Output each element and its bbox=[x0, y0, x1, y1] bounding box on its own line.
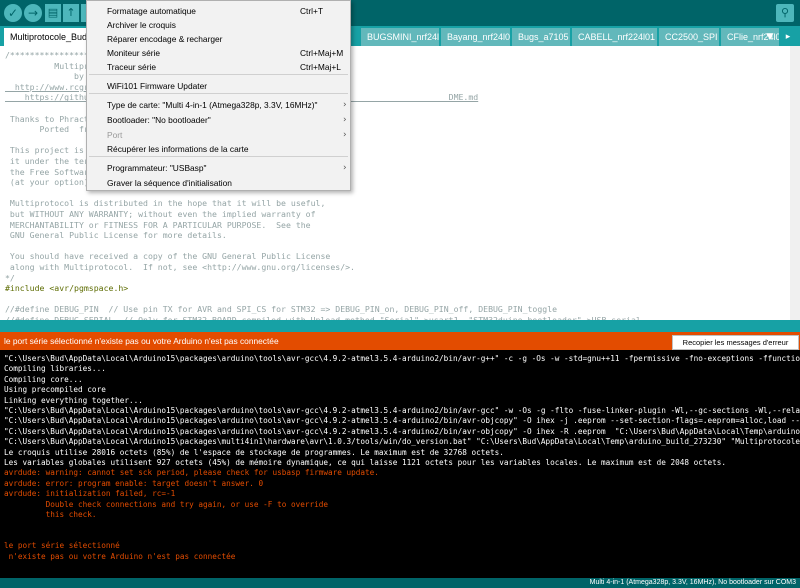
menu-item-label: Formatage automatique bbox=[107, 6, 196, 16]
menu-item: Port › bbox=[87, 128, 350, 142]
menu-item-label: WiFi101 Firmware Updater bbox=[107, 81, 208, 91]
tab-bugsmini[interactable]: BUGSMINI_nrf24l01 bbox=[361, 28, 439, 46]
code-line: Multipro bbox=[5, 60, 94, 71]
console-line: Le croquis utilise 28016 octets (85%) de… bbox=[4, 447, 504, 457]
code-line: Multiprotocol is distributed in the hope… bbox=[5, 198, 326, 209]
console-line: "C:\Users\Bud\AppData\Local\Arduino15\pa… bbox=[4, 426, 800, 436]
menu-item[interactable]: Récupérer les informations de la carte bbox=[87, 142, 350, 156]
code-line: */ bbox=[5, 272, 15, 283]
menu-item-label: Bootloader: "No bootloader" bbox=[107, 115, 211, 125]
menu-item[interactable]: Traceur série Ctrl+Maj+L bbox=[87, 60, 350, 74]
console-line: le port série sélectionné bbox=[4, 541, 120, 551]
serial-monitor-icon[interactable]: ⚲ bbox=[776, 4, 794, 22]
new-file-icon[interactable]: ▤ bbox=[45, 4, 61, 22]
editor-console-divider[interactable] bbox=[0, 320, 800, 332]
tab-multiprotocole[interactable]: Multiprotocole_Bud_2 bbox=[4, 28, 86, 46]
menu-item[interactable]: Graver la séquence d'initialisation bbox=[87, 176, 350, 190]
tab-cabell[interactable]: CABELL_nrf224l01 bbox=[572, 28, 657, 46]
menu-item[interactable]: Formatage automatique Ctrl+T bbox=[87, 4, 350, 18]
console-line: "C:\Users\Bud\AppData\Local\Arduino15\pa… bbox=[4, 437, 800, 447]
console-line: avrdude: initialization failed, rc=-1 bbox=[4, 489, 176, 499]
menu-separator bbox=[89, 93, 348, 94]
menu-item-label: Graver la séquence d'initialisation bbox=[107, 178, 232, 188]
tools-menu: Formatage automatique Ctrl+T Archiver le c… bbox=[86, 0, 351, 191]
tab-bayang[interactable]: Bayang_nrf24l01 bbox=[441, 28, 510, 46]
menu-item-label: Programmateur: "USBasp" bbox=[107, 163, 207, 173]
submenu-arrow-icon: › bbox=[343, 163, 347, 173]
menu-item-shortcut: Ctrl+T bbox=[300, 6, 324, 16]
code-line: the Free Software bbox=[5, 166, 94, 177]
board-info: Multi 4-in-1 (Atmega328p, 3.3V, 16MHz), … bbox=[589, 579, 796, 586]
code-line: //#define DEBUG_PIN // Use pin TX for AV… bbox=[5, 304, 558, 315]
menu-item-label: Réparer encodage & recharger bbox=[107, 34, 223, 44]
chevron-down-icon[interactable]: ▼ bbox=[762, 28, 778, 46]
code-line: it under the term bbox=[5, 156, 94, 166]
code-line: You should have received a copy of the G… bbox=[5, 251, 331, 262]
menu-item-label: Récupérer les informations de la carte bbox=[107, 144, 249, 154]
console-line: Compiling libraries... bbox=[4, 364, 106, 374]
arrow-right-icon[interactable]: → bbox=[24, 4, 42, 22]
menu-item-shortcut: Ctrl+Maj+M bbox=[300, 48, 344, 58]
checkmark-icon[interactable]: ✓ bbox=[4, 4, 22, 22]
code-line: along with Multiprotocol. If not, see <h… bbox=[5, 262, 355, 272]
console-line: Linking everything together... bbox=[4, 395, 143, 405]
console-line: avrdude: error: program enable: target d… bbox=[4, 478, 264, 488]
console-line: "C:\Users\Bud\AppData\Local\Arduino15\pa… bbox=[4, 416, 800, 426]
menu-item[interactable]: Réparer encodage & recharger bbox=[87, 32, 350, 46]
console-line: Compiling core... bbox=[4, 374, 83, 384]
console-line: "C:\Users\Bud\AppData\Local\Arduino15\pa… bbox=[4, 406, 800, 415]
menu-separator bbox=[89, 74, 348, 75]
code-line: Thanks to Phracti bbox=[5, 113, 94, 124]
console-output[interactable]: "C:\Users\Bud\AppData\Local\Arduino15\pa… bbox=[0, 350, 800, 578]
code-line: http://www.rcgro bbox=[5, 81, 94, 92]
console-line: n'existe pas ou votre Arduino n'est pas … bbox=[4, 551, 236, 561]
code-line: by bbox=[5, 71, 84, 82]
console-line: "C:\Users\Bud\AppData\Local\Arduino15\pa… bbox=[4, 354, 800, 363]
submenu-arrow-icon: › bbox=[343, 115, 347, 125]
console-line: avrdude: warning: cannot set sck period,… bbox=[4, 468, 379, 478]
menu-item[interactable]: WiFi101 Firmware Updater bbox=[87, 79, 350, 93]
menu-item-label: Type de carte: "Multi 4-in-1 (Atmega328p… bbox=[107, 100, 318, 110]
menu-item[interactable]: Moniteur série Ctrl+Maj+M bbox=[87, 46, 350, 60]
menu-item-shortcut: Ctrl+Maj+L bbox=[300, 62, 341, 72]
menu-item[interactable]: Bootloader: "No bootloader" › bbox=[87, 113, 350, 127]
submenu-arrow-icon: › bbox=[343, 130, 347, 140]
copy-errors-button[interactable]: Recopier les messages d'erreur bbox=[672, 335, 799, 350]
code-line: MERCHANTABILITY or FITNESS FOR A PARTICU… bbox=[5, 219, 311, 230]
console-line: Les variables globales utilisent 927 oct… bbox=[4, 458, 727, 467]
menu-item[interactable]: Archiver le croquis bbox=[87, 18, 350, 32]
menu-separator bbox=[89, 156, 348, 157]
code-line: Ported fr bbox=[5, 124, 89, 135]
menu-item[interactable]: Type de carte: "Multi 4-in-1 (Atmega328p… bbox=[87, 98, 350, 112]
console-line: Double check connections and try again, … bbox=[4, 499, 328, 509]
submenu-arrow-icon: › bbox=[343, 100, 347, 110]
tab-scroll-icon[interactable]: ▸ bbox=[782, 28, 794, 46]
code-line: #include <avr/pgmspace.h> bbox=[5, 283, 129, 294]
tab-bugs[interactable]: Bugs_a7105 bbox=[512, 28, 570, 46]
console-line: this check. bbox=[4, 510, 97, 519]
code-line: This project is f bbox=[5, 145, 94, 156]
menu-item-label: Moniteur série bbox=[107, 48, 161, 58]
menu-item-label: Archiver le croquis bbox=[107, 20, 176, 30]
editor-scrollbar[interactable] bbox=[790, 46, 800, 320]
menu-item[interactable]: Programmateur: "USBasp" › bbox=[87, 161, 350, 175]
console-line: Using precompiled core bbox=[4, 385, 106, 395]
status-message: le port série sélectionné n'existe pas o… bbox=[4, 336, 279, 346]
code-line: but WITHOUT ANY WARRANTY; without even t… bbox=[5, 209, 316, 219]
code-line: (at your option) bbox=[5, 177, 94, 188]
tab-cc2500[interactable]: CC2500_SPI bbox=[659, 28, 719, 46]
menu-item-label: Traceur série bbox=[107, 62, 157, 72]
arrow-up-icon[interactable]: ↑ bbox=[63, 4, 79, 22]
code-line: GNU General Public License for more deta… bbox=[5, 230, 227, 241]
menu-item-label: Port bbox=[107, 130, 123, 140]
bottom-status-bar: Multi 4-in-1 (Atmega328p, 3.3V, 16MHz), … bbox=[0, 578, 800, 588]
